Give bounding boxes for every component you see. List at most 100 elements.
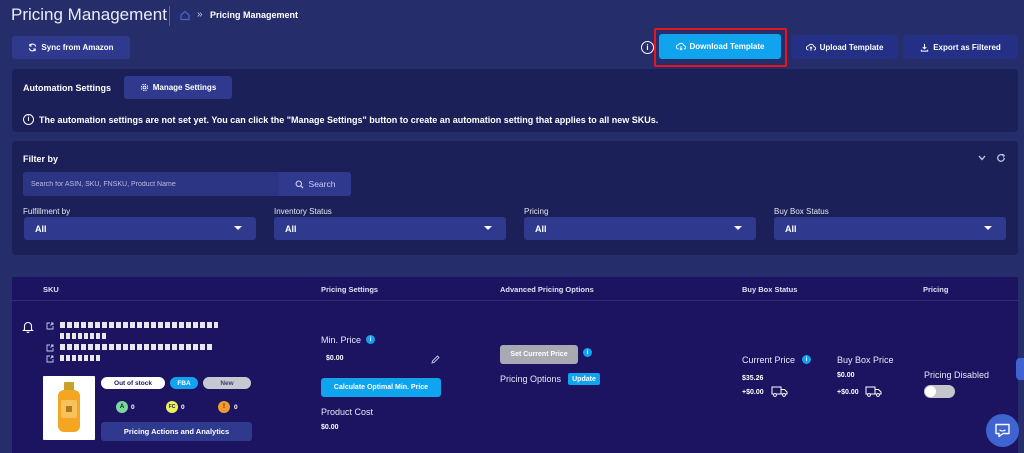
buy-box-price-value: $0.00 <box>837 372 855 379</box>
caret-down-icon <box>484 226 492 230</box>
gear-icon <box>140 83 148 92</box>
count-value-a: 0 <box>131 404 135 411</box>
table-header-divider <box>12 300 1018 301</box>
current-price-info-icon[interactable]: i <box>802 355 811 364</box>
buy-box-status-label: Buy Box Status <box>774 207 829 216</box>
status-badge-new: New <box>203 377 251 389</box>
column-header-pricing-settings: Pricing Settings <box>321 285 379 294</box>
product-image[interactable] <box>43 376 95 440</box>
download-icon <box>921 43 929 52</box>
column-header-buy-box-status: Buy Box Status <box>742 285 798 294</box>
refresh-icon[interactable] <box>996 153 1006 163</box>
product-cost-value[interactable]: $0.00 <box>321 424 339 431</box>
buy-box-status-select[interactable]: All <box>774 217 1006 240</box>
count-badge-fc: FC <box>166 401 178 413</box>
current-shipping-value: +$0.00 <box>742 389 764 396</box>
home-icon[interactable] <box>179 9 191 21</box>
search-button-label: Search <box>308 179 336 189</box>
toggle-knob <box>925 386 936 397</box>
pricing-options-label: Pricing Options <box>500 374 562 384</box>
set-current-price-button[interactable]: Set Current Price <box>500 345 578 364</box>
side-drawer-tab[interactable] <box>1016 358 1024 380</box>
alert-info-icon: i <box>23 114 34 125</box>
buy-box-shipping-value: +$0.00 <box>837 389 859 396</box>
search-button[interactable]: Search <box>279 172 351 196</box>
status-badge-out-of-stock: Out of stock <box>101 377 165 389</box>
info-icon[interactable]: i <box>641 41 654 54</box>
external-link-icon[interactable] <box>46 344 54 352</box>
fulfillment-by-select[interactable]: All <box>24 217 256 240</box>
product-cost-label: Product Cost <box>321 407 374 417</box>
buy-box-status-value: All <box>785 223 797 234</box>
manage-settings-label: Manage Settings <box>152 83 217 92</box>
download-template-button[interactable]: Download Template <box>659 34 781 59</box>
column-header-advanced-pricing: Advanced Pricing Options <box>500 285 594 294</box>
chat-icon <box>995 423 1010 438</box>
count-badge-alert: ! <box>218 401 230 413</box>
sync-from-amazon-button[interactable]: Sync from Amazon <box>12 36 130 59</box>
pricing-filter-select[interactable]: All <box>524 217 756 240</box>
export-as-filtered-label: Export as Filtered <box>933 42 1001 52</box>
pricing-filter-label: Pricing <box>524 207 549 216</box>
current-price-label: Current Price <box>742 355 796 365</box>
asin-obscured <box>60 344 212 350</box>
product-name-obscured <box>60 322 218 328</box>
cloud-upload-icon <box>805 43 816 51</box>
external-link-icon[interactable] <box>46 355 54 363</box>
manage-settings-button[interactable]: Manage Settings <box>124 76 232 99</box>
min-price-info-icon[interactable]: i <box>366 335 375 344</box>
inventory-status-value: All <box>285 223 297 234</box>
set-current-price-info-icon[interactable]: i <box>583 348 592 357</box>
page-header: Pricing Management » Pricing Management <box>0 0 1024 32</box>
upload-template-label: Upload Template <box>819 42 884 52</box>
automation-settings-title: Automation Settings <box>23 83 111 93</box>
buy-box-price-label: Buy Box Price <box>837 355 894 365</box>
caret-down-icon <box>734 226 742 230</box>
download-template-label: Download Template <box>689 42 765 51</box>
truck-icon <box>771 386 788 397</box>
page-title: Pricing Management <box>11 5 167 24</box>
breadcrumb-separator: » <box>197 9 203 20</box>
pricing-status-label: Pricing Disabled <box>924 370 990 380</box>
inventory-status-select[interactable]: All <box>274 217 506 240</box>
external-link-icon[interactable] <box>46 322 54 330</box>
sku-code-obscured <box>60 355 102 361</box>
column-header-sku: SKU <box>43 285 59 294</box>
column-header-pricing: Pricing <box>923 285 949 294</box>
sync-icon <box>29 43 37 52</box>
automation-message: The automation settings are not set yet.… <box>39 115 659 125</box>
pricing-actions-button[interactable]: Pricing Actions and Analytics <box>101 422 252 441</box>
search-icon <box>295 180 304 189</box>
pricing-filter-value: All <box>535 223 547 234</box>
fulfillment-by-label: Fulfillment by <box>23 207 71 216</box>
min-price-value[interactable]: $0.00 <box>326 355 344 362</box>
count-value-alert: 0 <box>234 404 238 411</box>
pricing-toggle[interactable] <box>924 385 955 398</box>
filter-title: Filter by <box>23 154 59 164</box>
product-name-obscured <box>60 333 108 339</box>
calculate-optimal-min-price-button[interactable]: Calculate Optimal Min. Price <box>321 378 441 397</box>
product-bottle-image <box>58 382 80 432</box>
search-input[interactable] <box>23 172 279 196</box>
caret-down-icon <box>984 226 992 230</box>
export-as-filtered-button[interactable]: Export as Filtered <box>903 35 1018 59</box>
status-badge-fba: FBA <box>170 377 198 389</box>
fulfillment-by-value: All <box>35 223 47 234</box>
sync-from-amazon-label: Sync from Amazon <box>41 43 114 52</box>
truck-icon <box>865 386 882 397</box>
upload-template-button[interactable]: Upload Template <box>791 35 898 59</box>
current-price-value: $35.26 <box>742 375 764 382</box>
min-price-label: Min. Price <box>321 335 362 345</box>
chat-button[interactable] <box>986 414 1019 447</box>
cloud-download-icon <box>675 42 686 51</box>
breadcrumb-current: Pricing Management <box>210 10 299 20</box>
header-divider <box>169 6 170 26</box>
edit-pencil-icon[interactable] <box>431 355 440 364</box>
count-badge-a: A <box>116 401 128 413</box>
caret-down-icon <box>234 226 242 230</box>
count-value-fc: 0 <box>181 404 185 411</box>
update-button[interactable]: Update <box>568 373 600 385</box>
bell-icon[interactable] <box>22 320 34 333</box>
chevron-down-icon[interactable] <box>978 155 986 161</box>
inventory-status-label: Inventory Status <box>274 207 332 216</box>
